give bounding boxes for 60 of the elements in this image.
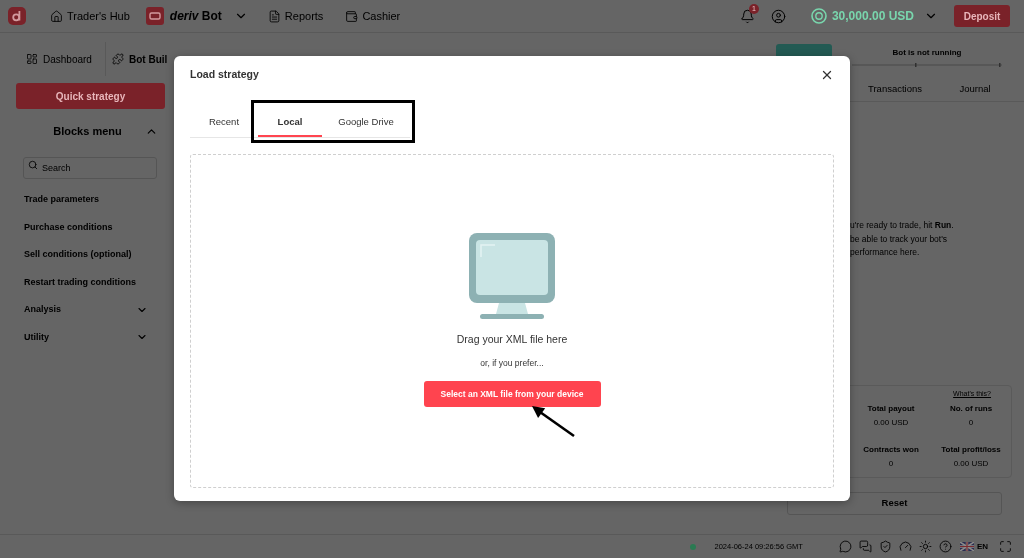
stat-label: Contracts won	[863, 445, 919, 455]
reports-link[interactable]: Reports	[267, 7, 324, 25]
quick-strategy-button[interactable]: Quick strategy	[16, 83, 165, 109]
block-category-item[interactable]: Purchase conditions	[24, 213, 148, 241]
dialog-tab[interactable]: Recent	[190, 110, 258, 137]
home-icon	[50, 9, 63, 23]
workspace-tab[interactable]: Dashboard	[14, 42, 106, 76]
shield-icon[interactable]	[878, 540, 892, 553]
stat-value: 0.00 USD	[953, 459, 989, 469]
stat-label: No. of runs	[949, 404, 993, 414]
blocks-menu-title: Blocks menu	[52, 123, 123, 139]
panel-tab[interactable]: Journal	[935, 78, 1015, 101]
block-category-item[interactable]: Restart trading conditions	[24, 268, 148, 296]
stat-value: 0.00 USD	[873, 418, 909, 428]
panel-tab[interactable]: Transactions	[855, 78, 935, 101]
balance-amount[interactable]: 30,000.00 USD	[831, 7, 914, 25]
help-icon[interactable]	[938, 540, 952, 553]
dialog-title: Load strategy	[190, 67, 259, 83]
bell-icon[interactable]	[739, 8, 755, 24]
sun-icon[interactable]	[918, 540, 932, 553]
fullscreen-icon[interactable]	[999, 540, 1012, 553]
gauge-icon[interactable]	[898, 540, 912, 553]
traders-hub-link[interactable]: Trader's Hub	[50, 7, 130, 25]
dashboard-icon	[26, 53, 38, 65]
alternative-hint: or, if you prefer...	[480, 357, 544, 369]
monitor-icon	[469, 233, 555, 319]
language-selector[interactable]: EN	[976, 540, 988, 553]
stat-label: Total payout	[867, 404, 915, 414]
stat-value: 0	[888, 459, 894, 469]
select-file-button[interactable]: Select an XML file from your device	[423, 381, 601, 407]
chat-bubble-icon[interactable]	[838, 540, 852, 553]
app-logo-icon	[145, 7, 164, 25]
workspace-tab[interactable]: Bot Buil	[112, 51, 168, 67]
block-category-item[interactable]: Analysis	[24, 296, 148, 324]
search-icon	[28, 160, 38, 170]
logo-icon[interactable]	[8, 7, 26, 25]
deposit-button[interactable]: Deposit	[954, 5, 1010, 27]
account-icon[interactable]	[770, 8, 786, 24]
block-category-item[interactable]: Trade parameters	[24, 186, 148, 214]
app-logo-text: deriv Bot	[169, 8, 222, 25]
block-category-item[interactable]: Sell conditions (optional)	[24, 241, 148, 269]
block-category-item[interactable]: Utility	[24, 323, 148, 351]
cashier-link[interactable]: Cashier	[345, 7, 401, 25]
file-drop-zone[interactable]: Drag your XML file here or, if you prefer... Select an XML file from your device	[190, 154, 834, 488]
drop-instruction: Drag your XML file here	[456, 332, 568, 346]
uk-flag-icon[interactable]	[959, 542, 974, 551]
close-icon[interactable]	[820, 68, 834, 82]
puzzle-icon	[112, 53, 124, 65]
coin-icon	[810, 8, 827, 24]
wallet-icon	[345, 9, 359, 23]
dialog-tab[interactable]: Local	[258, 110, 322, 137]
messages-icon[interactable]	[858, 540, 872, 553]
pointer-arrow	[531, 405, 576, 438]
dialog-tab[interactable]: Google Drive	[322, 110, 410, 137]
stat-value: 0	[968, 418, 974, 428]
run-hint-text: u're ready to trade, hit Run. be able to track your bot's performance here.	[850, 219, 955, 259]
document-icon	[267, 9, 281, 23]
search-field[interactable]: Search	[23, 157, 157, 179]
stat-label: Total profit/loss	[941, 445, 1001, 455]
bot-status-text: Bot is not running	[892, 48, 962, 58]
